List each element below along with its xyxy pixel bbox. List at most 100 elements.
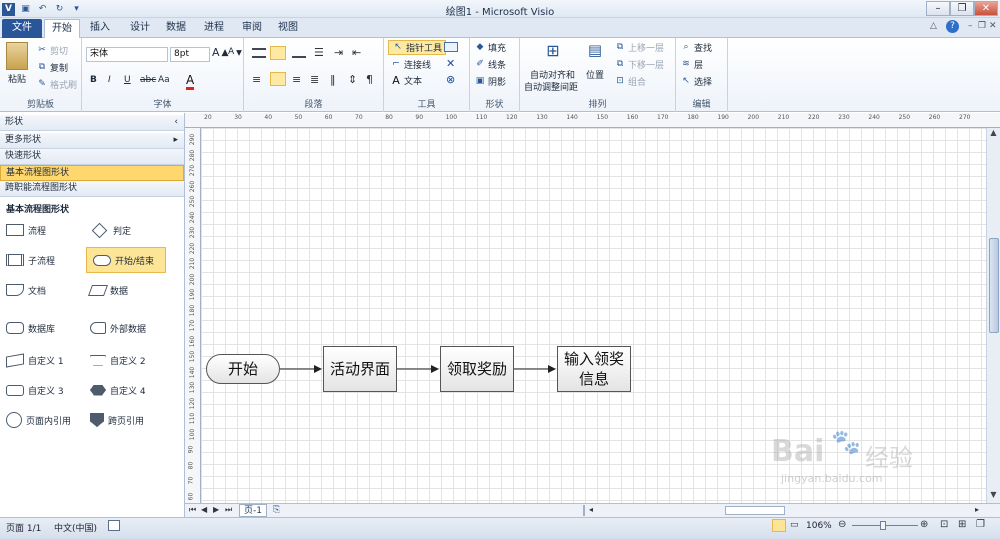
restore-button[interactable]: ❐	[950, 1, 974, 16]
layers-button[interactable]: ≋ 层	[680, 58, 703, 71]
align-center-button[interactable]	[270, 72, 286, 86]
last-page-icon[interactable]: ⏭	[225, 505, 232, 515]
tab-review[interactable]: 审阅	[236, 19, 268, 38]
position-button[interactable]: 位置	[586, 68, 604, 81]
outdent-icon[interactable]: ⇤	[352, 46, 361, 59]
full-screen-icon[interactable]	[772, 519, 786, 532]
zoom-slider-thumb[interactable]	[880, 521, 886, 530]
strikethrough-button[interactable]: abc	[140, 75, 156, 85]
bold-button[interactable]: B	[90, 75, 97, 85]
minimize-button[interactable]: –	[926, 1, 950, 16]
switch-windows-icon[interactable]: ❐	[976, 519, 985, 530]
paste-icon[interactable]	[6, 42, 28, 70]
pointer-tool-button[interactable]: ↖ 指针工具	[388, 40, 447, 55]
shape-document[interactable]: 文档	[6, 277, 46, 303]
minimize-ribbon-icon[interactable]: △	[930, 21, 937, 31]
bullets-icon[interactable]: ☰	[314, 46, 324, 59]
shape-on-page-ref[interactable]: 页面内引用	[6, 407, 71, 433]
tab-file[interactable]: 文件	[2, 19, 42, 38]
collapse-panel-icon[interactable]: ‹	[174, 115, 178, 130]
font-color-button[interactable]: A	[186, 73, 195, 90]
align-top-icon[interactable]	[252, 48, 266, 58]
grow-font-button[interactable]: A ▲	[212, 46, 229, 59]
cut-button[interactable]: ✂ 剪切	[36, 44, 68, 57]
shape-off-page-ref[interactable]: 跨页引用	[90, 407, 144, 433]
flow-node-claim-reward[interactable]: 领取奖励	[440, 346, 514, 392]
scroll-down-icon[interactable]: ▼	[987, 490, 1000, 502]
pan-zoom-icon[interactable]: ⊞	[958, 519, 966, 530]
shape-database[interactable]: 数据库	[6, 315, 55, 341]
paste-button[interactable]: 粘贴	[8, 72, 26, 85]
auto-align-icon[interactable]: ⊞	[542, 41, 564, 63]
flow-node-start[interactable]: 开始	[206, 354, 280, 384]
scroll-thumb[interactable]	[989, 238, 999, 333]
macro-record-icon[interactable]	[108, 520, 120, 531]
vertical-scrollbar[interactable]: ▲ ▼	[986, 128, 1000, 503]
line-spacing-icon[interactable]: ⇕	[348, 73, 357, 86]
underline-button[interactable]: U	[124, 75, 131, 85]
split-handle[interactable]	[583, 505, 585, 516]
more-shapes-item[interactable]: 更多形状 ▸	[0, 133, 184, 149]
font-family-select[interactable]: 宋体	[86, 47, 168, 62]
flow-node-enter-info[interactable]: 输入领奖信息	[557, 346, 631, 392]
shape-data[interactable]: 数据	[87, 277, 128, 303]
tab-home[interactable]: 开始	[44, 19, 80, 38]
zoom-out-icon[interactable]: ⊖	[838, 519, 846, 530]
align-middle-button[interactable]	[270, 46, 286, 60]
tab-insert[interactable]: 插入	[84, 19, 116, 38]
align-right-icon[interactable]: ≡	[292, 73, 301, 86]
next-page-icon[interactable]: ▶	[213, 505, 219, 514]
shape-start-end[interactable]: 开始/结束	[86, 247, 166, 273]
close-x-icon[interactable]: ✕	[446, 57, 455, 70]
drawing-canvas[interactable]: 开始 活动界面 领取奖励 输入领奖信息 Bai 🐾 经验 jingyan.bai…	[201, 128, 986, 503]
basic-flowchart-item[interactable]: 基本流程图形状	[0, 165, 184, 181]
rectangle-icon[interactable]	[444, 42, 458, 52]
scroll-up-icon[interactable]: ▲	[987, 128, 1000, 140]
send-backward-button[interactable]: ⧉ 下移一层	[614, 58, 664, 71]
help-icon[interactable]: ?	[946, 20, 959, 33]
zoom-in-icon[interactable]: ⊕	[920, 519, 928, 530]
shape-custom-1[interactable]: 自定义 1	[6, 347, 64, 373]
change-case-button[interactable]: Aa	[158, 75, 170, 85]
shape-external-data[interactable]: 外部数据	[90, 315, 146, 341]
auto-space-label[interactable]: 自动调整间距	[524, 80, 578, 93]
paragraph-options-icon[interactable]: ¶	[366, 73, 373, 86]
quick-shapes-item[interactable]: 快速形状	[0, 149, 184, 165]
horizontal-scroll-thumb[interactable]	[725, 506, 785, 515]
tab-view[interactable]: 视图	[272, 19, 304, 38]
shape-custom-4[interactable]: 自定义 4	[90, 377, 146, 403]
flow-node-activity-page[interactable]: 活动界面	[323, 346, 397, 392]
fill-button[interactable]: ◆ 填充	[474, 41, 506, 54]
presentation-mode-icon[interactable]: ▭	[790, 520, 799, 530]
connection-point-icon[interactable]: ⊗	[446, 73, 455, 86]
prev-page-icon[interactable]: ◀	[201, 505, 207, 514]
scroll-left-icon[interactable]: ◂	[589, 505, 593, 514]
tab-design[interactable]: 设计	[124, 19, 156, 38]
shape-process[interactable]: 流程	[6, 217, 46, 243]
text-tool-button[interactable]: A 文本	[390, 74, 422, 87]
cross-functional-item[interactable]: 跨职能流程图形状	[0, 181, 184, 197]
line-button[interactable]: ✐ 线条	[474, 58, 506, 71]
tab-process[interactable]: 进程	[198, 19, 230, 38]
shape-decision[interactable]: 判定	[90, 217, 131, 243]
doc-restore-icon[interactable]: ❐	[978, 21, 986, 31]
bring-forward-button[interactable]: ⧉ 上移一层	[614, 41, 664, 54]
page-tab-1[interactable]: 页-1	[239, 504, 267, 517]
justify-icon[interactable]: ≣	[310, 73, 319, 86]
indent-icon[interactable]: ⇥	[334, 46, 343, 59]
find-button[interactable]: ⌕ 查找	[680, 41, 712, 54]
shrink-font-button[interactable]: A ▼	[228, 47, 242, 57]
doc-close-icon[interactable]: ✕	[989, 21, 997, 31]
insert-page-icon[interactable]: ⎘	[273, 505, 280, 515]
font-size-select[interactable]: 8pt	[170, 47, 210, 62]
shape-subprocess[interactable]: 子流程	[6, 247, 55, 273]
copy-button[interactable]: ⧉ 复制	[36, 61, 68, 74]
connector-button[interactable]: ⌐ 连接线	[390, 58, 431, 71]
scroll-right-icon[interactable]: ▸	[975, 505, 979, 514]
shape-custom-2[interactable]: 自定义 2	[90, 347, 146, 373]
close-button[interactable]: ✕	[974, 1, 998, 16]
fit-page-icon[interactable]: ⊡	[940, 519, 948, 530]
align-bottom-icon[interactable]	[292, 48, 306, 58]
group-button[interactable]: ⊡ 组合	[614, 75, 646, 88]
select-button[interactable]: ↖ 选择	[680, 75, 712, 88]
